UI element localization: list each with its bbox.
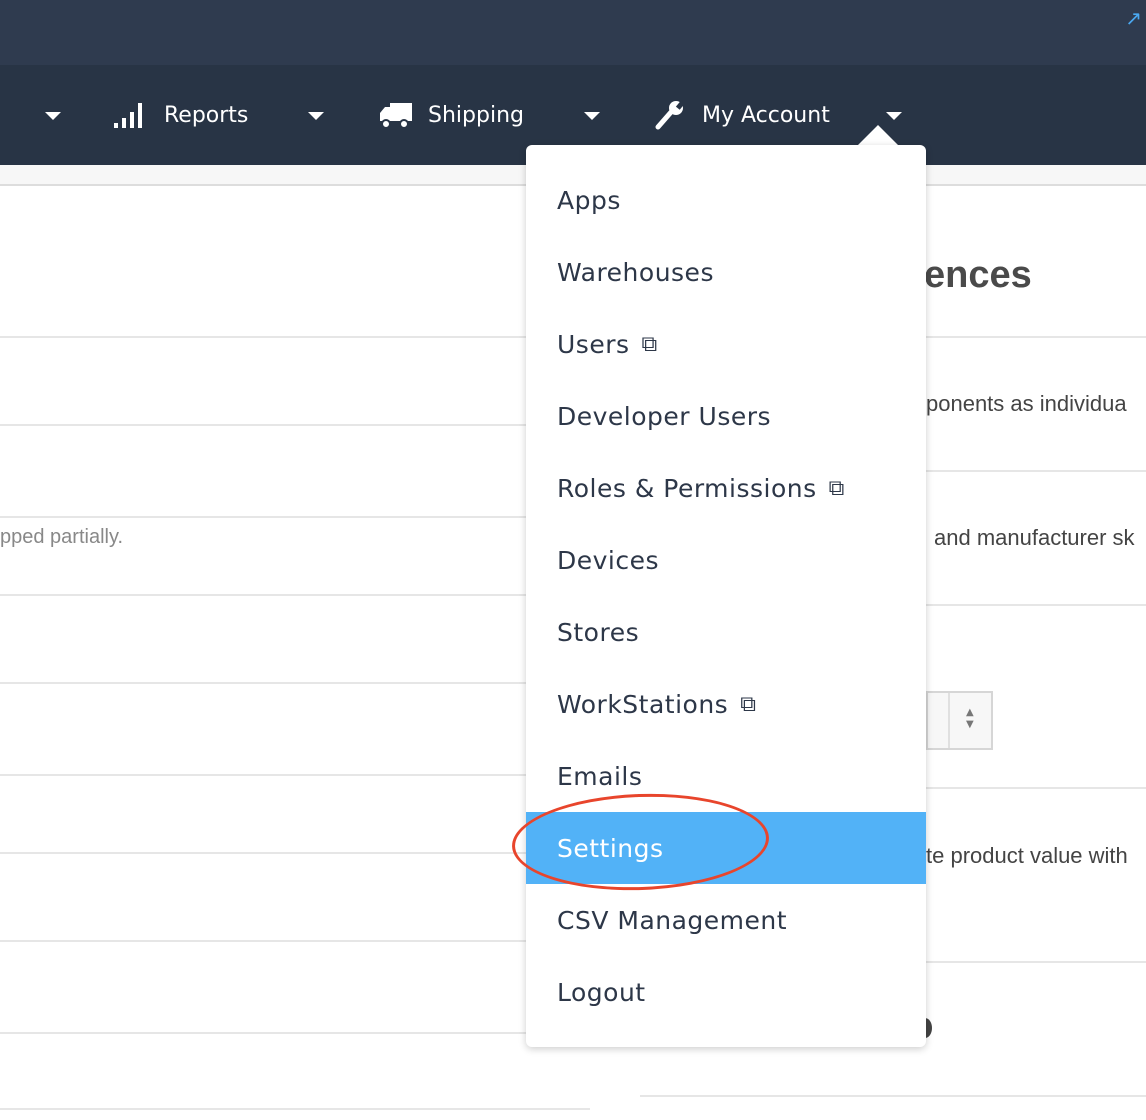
divider <box>0 682 590 684</box>
nav-shipping[interactable]: Shipping <box>380 65 524 165</box>
external-link-icon[interactable]: ↗ <box>1125 6 1142 30</box>
divider <box>0 516 590 518</box>
divider <box>0 336 590 338</box>
wrench-icon <box>655 100 685 130</box>
signal-bars-icon <box>114 103 142 128</box>
menu-item-label: Emails <box>557 761 643 791</box>
divider <box>0 774 590 776</box>
external-link-icon: ⧉ <box>740 691 757 717</box>
divider <box>0 852 590 854</box>
setting-description: ponents as individua <box>926 391 1127 416</box>
nav-shipping-label: Shipping <box>428 102 524 128</box>
my-account-dropdown: Apps Warehouses Users ⧉ Developer Users Roles… <box>526 145 926 1047</box>
menu-item-developer-users[interactable]: Developer Users <box>526 380 926 452</box>
chevron-down-icon[interactable] <box>45 112 61 120</box>
menu-item-users[interactable]: Users ⧉ <box>526 308 926 380</box>
left-note: pped partially. <box>0 526 124 548</box>
external-link-icon: ⧉ <box>641 331 658 357</box>
setting-description: and manufacturer sk <box>934 525 1135 550</box>
menu-item-label: CSV Management <box>557 905 788 935</box>
menu-item-label: WorkStations <box>557 689 729 719</box>
menu-item-logout[interactable]: Logout <box>526 956 926 1028</box>
divider <box>0 940 590 942</box>
menu-item-workstations[interactable]: WorkStations ⧉ <box>526 668 926 740</box>
page-heading: ences <box>924 254 1032 296</box>
divider <box>0 1032 590 1034</box>
menu-item-label: Users <box>557 329 630 359</box>
menu-item-label: Roles & Permissions <box>557 473 817 503</box>
nav-my-account-label: My Account <box>702 102 830 128</box>
divider <box>0 594 590 596</box>
menu-item-label: Logout <box>557 977 646 1007</box>
chevron-down-icon[interactable] <box>886 112 902 120</box>
chevron-down-icon[interactable] <box>308 112 324 120</box>
divider <box>640 1095 1146 1097</box>
external-link-icon: ⧉ <box>828 475 845 501</box>
menu-item-label: Developer Users <box>557 401 772 431</box>
nav-reports-label: Reports <box>164 102 249 128</box>
menu-item-label: Stores <box>557 617 640 647</box>
menu-item-label: Warehouses <box>557 257 714 287</box>
menu-item-label: Devices <box>557 545 660 575</box>
number-stepper[interactable]: ▲ ▼ <box>926 691 993 750</box>
menu-item-devices[interactable]: Devices <box>526 524 926 596</box>
menu-item-apps[interactable]: Apps <box>526 164 926 236</box>
menu-item-label: Apps <box>557 185 621 215</box>
menu-item-csv-management[interactable]: CSV Management <box>526 884 926 956</box>
chevron-down-icon[interactable] <box>584 112 600 120</box>
menu-item-warehouses[interactable]: Warehouses <box>526 236 926 308</box>
nav-reports[interactable]: Reports <box>114 65 248 165</box>
divider <box>0 1108 590 1110</box>
dropdown-arrow <box>858 125 898 145</box>
top-bar: ↗ <box>0 0 1146 65</box>
divider <box>0 424 590 426</box>
stepper-arrows-icon[interactable]: ▲ ▼ <box>966 707 974 731</box>
setting-description: te product value with <box>926 843 1128 868</box>
menu-item-stores[interactable]: Stores <box>526 596 926 668</box>
menu-item-roles-permissions[interactable]: Roles & Permissions ⧉ <box>526 452 926 524</box>
truck-icon <box>380 103 412 129</box>
